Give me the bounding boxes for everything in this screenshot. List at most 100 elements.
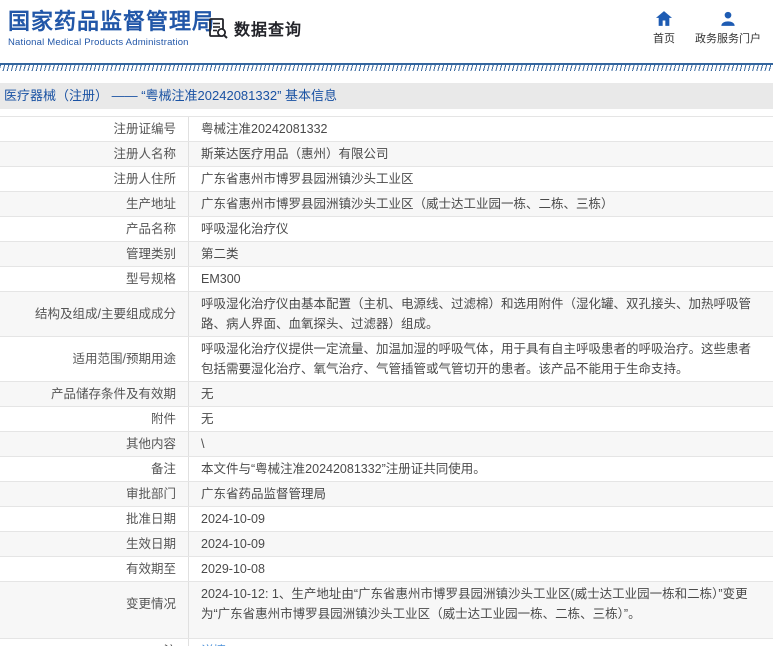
row-value: 呼吸湿化治疗仪 [201,222,289,236]
row-value-cell: 2024-10-12: 1、生产地址由“广东省惠州市博罗县园洲镇沙头工业区(威士… [188,582,773,638]
row-label-cell: 其他内容 [0,432,188,456]
row-value-cell: \ [188,432,773,456]
row-value-cell: 斯莱达医疗用品（惠州）有限公司 [188,142,773,166]
row-label: 审批部门 [125,487,176,501]
row-value-cell: 无 [188,407,773,431]
row-label: 附件 [150,412,176,426]
table-row: 管理类别 第二类 [0,242,773,267]
row-value-cell: 粤械注准20242081332 [188,117,773,141]
row-value: 广东省惠州市博罗县园洲镇沙头工业区（威士达工业园一栋、二栋、三栋） [201,197,614,211]
table-row: 其他内容 \ [0,432,773,457]
table-row: 变更情况 2024-10-12: 1、生产地址由“广东省惠州市博罗县园洲镇沙头工… [0,582,773,639]
document-search-icon [207,17,229,40]
row-value: 粤械注准20242081332 [201,122,328,136]
table-row: 适用范围/预期用途 呼吸湿化治疗仪提供一定流量、加温加湿的呼吸气体，用于具有自主… [0,337,773,382]
row-value-cell: 呼吸湿化治疗仪由基本配置（主机、电源线、过滤棉）和选用附件（湿化罐、双孔接头、加… [188,292,773,336]
row-value: 斯莱达医疗用品（惠州）有限公司 [201,147,389,161]
row-label: 产品名称 [125,222,176,236]
row-value-cell: EM300 [188,267,773,291]
row-label-cell: 批准日期 [0,507,188,531]
row-value: \ [201,437,205,451]
table-row: 注册人住所 广东省惠州市博罗县园洲镇沙头工业区 [0,167,773,192]
row-label-cell: 备注 [0,457,188,481]
table-row: 结构及组成/主要组成成分 呼吸湿化治疗仪由基本配置（主机、电源线、过滤棉）和选用… [0,292,773,337]
row-value: 2024-10-09 [201,537,265,551]
data-query-section[interactable]: 数据查询 [207,16,302,40]
row-value-cell: 详情 [188,639,773,646]
row-label-cell: 注册证编号 [0,117,188,141]
row-value: 广东省惠州市博罗县园洲镇沙头工业区 [201,172,414,186]
top-nav: 首页 政务服务门户 [653,11,761,46]
page-title: 医疗器械（注册） —— “粤械注准20242081332” 基本信息 [0,83,773,109]
table-row: 生产地址 广东省惠州市博罗县园洲镇沙头工业区（威士达工业园一栋、二栋、三栋） [0,192,773,217]
table-row: 产品储存条件及有效期 无 [0,382,773,407]
registration-info-table: 注册证编号 粤械注准20242081332 注册人名称 斯莱达医疗用品（惠州）有… [0,116,773,646]
row-value-cell: 广东省药品监督管理局 [188,482,773,506]
table-row: 注 详情 [0,639,773,646]
row-label: 备注 [150,462,176,476]
row-label-cell: 有效期至 [0,557,188,581]
row-label-cell: 生产地址 [0,192,188,216]
row-label: 注 [163,641,176,646]
nmpa-logo[interactable]: 国家药品监督管理局 National Medical Products Admi… [8,9,215,48]
table-row: 附件 无 [0,407,773,432]
row-label: 有效期至 [125,562,176,576]
row-label-cell: 型号规格 [0,267,188,291]
row-value-cell: 本文件与“粤械注准20242081332”注册证共同使用。 [188,457,773,481]
row-label-cell: 适用范围/预期用途 [0,337,188,381]
row-label: 产品储存条件及有效期 [50,387,176,401]
row-value: 2029-10-08 [201,562,265,576]
row-label: 结构及组成/主要组成成分 [35,307,176,321]
row-label-cell: 附件 [0,407,188,431]
nav-label-portal: 政务服务门户 [695,33,761,45]
logo-title: 国家药品监督管理局 [8,9,216,34]
row-value-cell: 广东省惠州市博罗县园洲镇沙头工业区 [188,167,773,191]
row-label: 型号规格 [125,272,176,286]
row-label: 其他内容 [125,437,176,451]
data-query-label: 数据查询 [234,22,303,39]
nav-item-home[interactable]: 首页 [653,11,675,46]
row-value-cell: 广东省惠州市博罗县园洲镇沙头工业区（威士达工业园一栋、二栋、三栋） [188,192,773,216]
row-value: EM300 [201,272,241,286]
row-value: 无 [201,412,214,426]
row-value-cell: 无 [188,382,773,406]
row-value-cell: 2024-10-09 [188,532,773,556]
row-value: 呼吸湿化治疗仪提供一定流量、加温加湿的呼吸气体，用于具有自主呼吸患者的呼吸治疗。… [201,342,752,376]
row-label: 注册人住所 [113,172,176,186]
row-label: 变更情况 [125,597,176,611]
table-row: 注册人名称 斯莱达医疗用品（惠州）有限公司 [0,142,773,167]
table-row: 审批部门 广东省药品监督管理局 [0,482,773,507]
row-label: 生产地址 [125,197,176,211]
row-label: 注册人名称 [113,147,176,161]
row-value-cell: 呼吸湿化治疗仪提供一定流量、加温加湿的呼吸气体，用于具有自主呼吸患者的呼吸治疗。… [188,337,773,381]
table-row: 批准日期 2024-10-09 [0,507,773,532]
nav-label-home: 首页 [653,33,675,45]
row-label: 注册证编号 [113,122,176,136]
spacer [0,109,773,116]
row-label-cell: 注册人名称 [0,142,188,166]
user-icon [720,11,736,26]
row-label-cell: 注册人住所 [0,167,188,191]
row-value: 2024-10-12: 1、生产地址由“广东省惠州市博罗县园洲镇沙头工业区(威士… [201,587,748,621]
row-value-cell: 2024-10-09 [188,507,773,531]
row-value: 本文件与“粤械注准20242081332”注册证共同使用。 [201,462,486,476]
table-row: 注册证编号 粤械注准20242081332 [0,117,773,142]
row-label-cell: 审批部门 [0,482,188,506]
row-label-cell: 结构及组成/主要组成成分 [0,292,188,336]
row-label-cell: 产品储存条件及有效期 [0,382,188,406]
row-value: 第二类 [201,247,239,261]
table-row: 有效期至 2029-10-08 [0,557,773,582]
row-label-cell: 管理类别 [0,242,188,266]
row-value-cell: 2029-10-08 [188,557,773,581]
row-label-cell: 生效日期 [0,532,188,556]
logo-subtitle: National Medical Products Administration [8,37,189,48]
table-row: 备注 本文件与“粤械注准20242081332”注册证共同使用。 [0,457,773,482]
nav-item-portal[interactable]: 政务服务门户 [695,11,761,46]
home-icon [656,11,672,26]
row-label: 生效日期 [125,537,176,551]
page: 国家药品监督管理局 National Medical Products Admi… [0,0,773,646]
site-header: 国家药品监督管理局 National Medical Products Admi… [0,0,773,63]
row-value: 无 [201,387,214,401]
table-row: 生效日期 2024-10-09 [0,532,773,557]
header-divider [0,63,773,71]
